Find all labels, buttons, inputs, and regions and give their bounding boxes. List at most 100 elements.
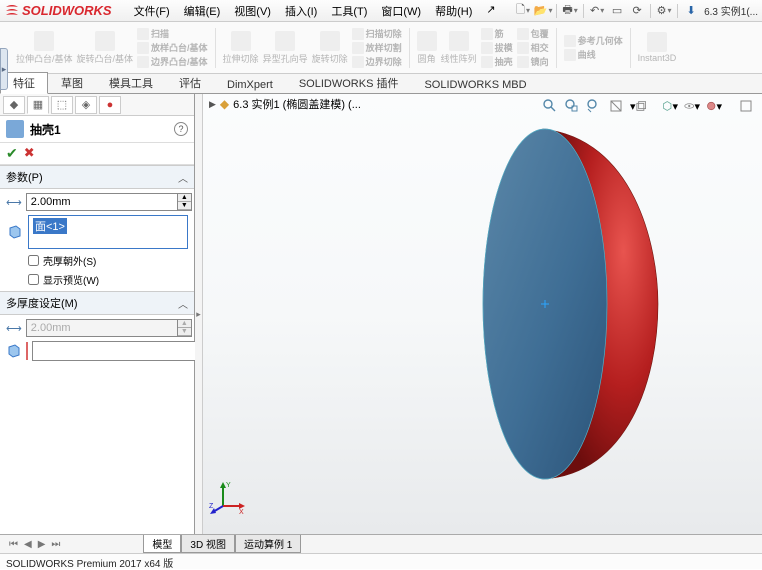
pm-tab-config[interactable]: ⬚	[51, 96, 73, 114]
nav-first-icon[interactable]: ⏮	[6, 539, 21, 550]
new-doc-icon[interactable]: 🗋	[516, 4, 530, 18]
revolve-boss[interactable]: 旋转凸台/基体	[77, 31, 134, 65]
pm-tab-feature[interactable]: ◆	[3, 96, 25, 114]
extrude-cut[interactable]: 拉伸切除	[223, 31, 259, 65]
tab-mold[interactable]: 模具工具	[96, 72, 166, 93]
view-toolbar: ▾ ▾ ▾ ▾	[542, 98, 754, 114]
multi-label: 多厚度设定(M)	[6, 295, 78, 311]
section-view-icon[interactable]	[608, 98, 624, 114]
coord-icon[interactable]: ⬇	[684, 4, 698, 18]
panel-handle[interactable]: ▸	[0, 48, 8, 90]
separator	[409, 28, 410, 68]
instant3d[interactable]: Instant3D	[638, 32, 677, 63]
select-icon[interactable]: ▭	[610, 4, 624, 18]
menu-help[interactable]: 帮助(H)	[429, 1, 478, 21]
face-icon	[6, 223, 24, 241]
svg-text:Y: Y	[226, 482, 231, 489]
hide-show-icon[interactable]: ▾	[684, 98, 700, 114]
undo-icon[interactable]: ↶	[590, 4, 604, 18]
separator	[583, 4, 584, 18]
menu-pin[interactable]: ↗	[480, 1, 501, 21]
menu-insert[interactable]: 插入(I)	[279, 1, 323, 21]
params-header[interactable]: 参数(P) ︿	[0, 165, 194, 189]
menu-edit[interactable]: 编辑(E)	[178, 1, 227, 21]
ref-col: 参考几何体 曲线	[564, 34, 623, 61]
thickness-input[interactable]	[27, 194, 177, 210]
rebuild-icon[interactable]: ⟳	[630, 4, 644, 18]
separator	[630, 28, 631, 68]
params-body: ⟷ ▲▼ 面<1> 壳厚朝外(S) 显示预览(W)	[0, 189, 194, 291]
feature-title: 抽壳1	[30, 121, 61, 138]
collapse-icon[interactable]: ︿	[178, 170, 188, 185]
pm-controls: ✔ ✖	[0, 143, 194, 165]
view-triad[interactable]: Y X Z	[209, 476, 249, 516]
menu-file[interactable]: 文件(F)	[128, 1, 176, 21]
nav-prev-icon[interactable]: ◀	[21, 539, 35, 550]
shell-icon	[6, 120, 24, 138]
nav-next-icon[interactable]: ▶	[35, 539, 49, 550]
menu-window[interactable]: 窗口(W)	[375, 1, 427, 21]
selected-face: 面<1>	[33, 218, 67, 234]
fillet[interactable]: 圆角	[417, 31, 437, 65]
separator	[556, 28, 557, 68]
tab-model[interactable]: 模型	[143, 535, 181, 553]
tab-dimxpert[interactable]: DimXpert	[214, 76, 286, 93]
feat-col4: 包覆 相交 镜向	[517, 27, 549, 68]
hole-wizard[interactable]: 异型孔向导	[263, 31, 308, 65]
options-icon[interactable]: ⚙	[657, 4, 671, 18]
cut-col: 扫描切除 放样切割 边界切除	[352, 27, 402, 68]
menu-tools[interactable]: 工具(T)	[325, 1, 373, 21]
menu-bar: 文件(F) 编辑(E) 视图(V) 插入(I) 工具(T) 窗口(W) 帮助(H…	[128, 1, 502, 21]
multi-thickness-spin: ▲▼	[26, 319, 192, 337]
pm-tab-row: ◆ ▦ ⬚ ◈ ●	[0, 94, 194, 116]
pm-tab-appearance[interactable]: ●	[99, 96, 121, 114]
zoom-fit-icon[interactable]	[542, 98, 558, 114]
bottom-tabs: 模型 3D 视图 运动算例 1	[143, 535, 301, 553]
view-orient-icon[interactable]: ▾	[630, 98, 646, 114]
multi-faces-row	[6, 341, 188, 361]
nav-last-icon[interactable]: ⏭	[48, 539, 63, 550]
save-icon[interactable]: 🖶	[563, 4, 577, 18]
graphics-viewport[interactable]: ▶ ◆ 6.3 实例1 (椭圆盖建模) (...	[203, 94, 762, 534]
revolve-cut[interactable]: 旋转切除	[312, 31, 348, 65]
tab-addins[interactable]: SOLIDWORKS 插件	[286, 72, 412, 93]
appearance-icon[interactable]: ▾	[706, 98, 722, 114]
scene-icon[interactable]	[738, 98, 754, 114]
display-style-icon[interactable]: ▾	[662, 98, 678, 114]
linear-pattern[interactable]: 线性阵列	[441, 31, 477, 65]
thickness-icon: ⟷	[6, 193, 22, 211]
multi-thickness-row: ⟷ ▲▼	[6, 319, 188, 337]
ok-button[interactable]: ✔	[6, 145, 18, 162]
tab-3dview[interactable]: 3D 视图	[181, 535, 235, 553]
pm-tab-dim[interactable]: ◈	[75, 96, 97, 114]
collapse-icon[interactable]: ︿	[178, 296, 188, 311]
help-icon[interactable]: ?	[174, 122, 188, 136]
face-selection-box[interactable]: 面<1>	[28, 215, 188, 249]
status-bar: SOLIDWORKS Premium 2017 x64 版	[0, 553, 762, 569]
main-area: ◆ ▦ ⬚ ◈ ● 抽壳1 ? ✔ ✖ 参数(P) ︿ ⟷ ▲▼	[0, 94, 762, 534]
multi-body: ⟷ ▲▼	[0, 315, 194, 365]
tab-mbd[interactable]: SOLIDWORKS MBD	[411, 76, 539, 93]
open-icon[interactable]: 📂	[536, 4, 550, 18]
extrude-boss[interactable]: 拉伸凸台/基体	[16, 31, 73, 65]
multi-header[interactable]: 多厚度设定(M) ︿	[0, 291, 194, 315]
tab-evaluate[interactable]: 评估	[166, 72, 214, 93]
tab-motion[interactable]: 运动算例 1	[235, 535, 301, 553]
shell-outward-checkbox[interactable]: 壳厚朝外(S)	[6, 253, 188, 268]
boss-col: 扫描 放样凸台/基体 边界凸台/基体	[137, 27, 208, 68]
multi-face-box[interactable]	[32, 341, 215, 361]
zoom-area-icon[interactable]	[564, 98, 580, 114]
separator	[677, 4, 678, 18]
show-preview-checkbox[interactable]: 显示预览(W)	[6, 272, 188, 287]
pm-tab-property[interactable]: ▦	[27, 96, 49, 114]
collapse-bar[interactable]: ▸	[195, 94, 203, 534]
tab-sketch[interactable]: 草图	[48, 72, 96, 93]
cancel-button[interactable]: ✖	[24, 145, 35, 162]
menu-view[interactable]: 视图(V)	[228, 1, 277, 21]
doc-name: 6.3 实例1(...	[704, 3, 758, 18]
prev-view-icon[interactable]	[586, 98, 602, 114]
spin-up[interactable]: ▲	[178, 194, 191, 202]
thickness-spin[interactable]: ▲▼	[26, 193, 192, 211]
spin-down[interactable]: ▼	[178, 202, 191, 210]
ribbon: ▸ 拉伸凸台/基体 旋转凸台/基体 扫描 放样凸台/基体 边界凸台/基体 拉伸切…	[0, 22, 762, 74]
